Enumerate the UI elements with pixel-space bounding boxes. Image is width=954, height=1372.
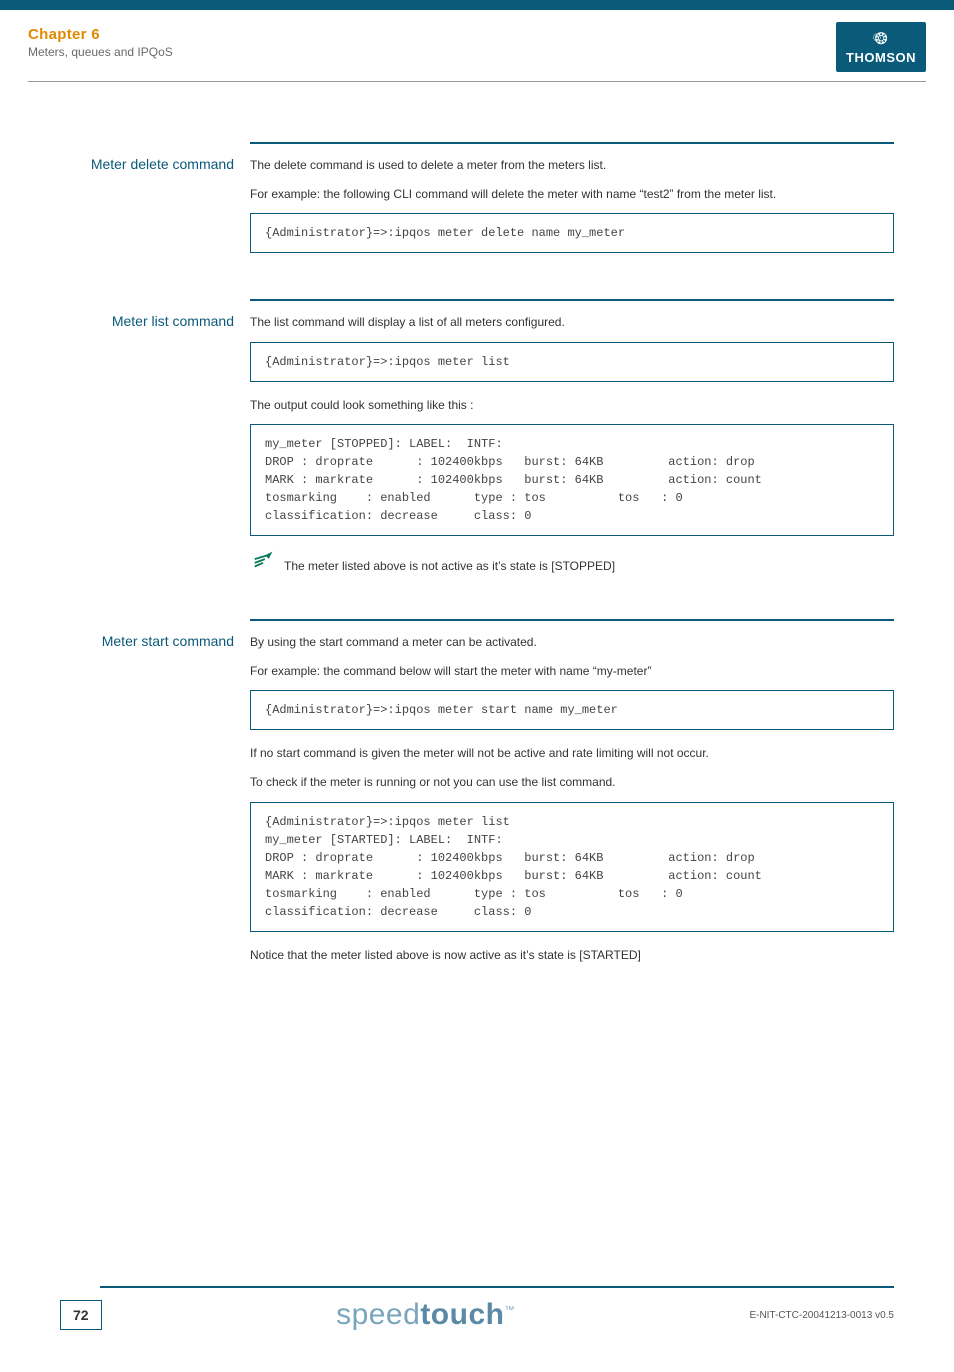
product-logo-part2: touch [420, 1298, 504, 1331]
page-footer: 72 speedtouch™ E-NIT-CTC-20041213-0013 v… [0, 1286, 954, 1372]
code-block: {Administrator}=>:ipqos meter start name… [250, 690, 894, 730]
section-divider [250, 619, 894, 621]
top-accent-bar [0, 0, 954, 10]
brand-logo: ◌ ❂ THOMSON [836, 22, 926, 72]
code-block: {Administrator}=>:ipqos meter list [250, 342, 894, 382]
section-label: Meter list command [60, 313, 250, 329]
page-number: 72 [60, 1300, 102, 1330]
section-label: Meter start command [60, 633, 250, 649]
globe-icon: ❂ [846, 32, 916, 48]
code-block: my_meter [STOPPED]: LABEL: INTF: DROP : … [250, 424, 894, 536]
note: The meter listed above is not active as … [250, 550, 894, 581]
chapter-subtitle: Meters, queues and IPQoS [28, 45, 926, 59]
brand-name: THOMSON [846, 50, 916, 65]
paragraph: The delete command is used to delete a m… [250, 156, 894, 175]
paragraph: The list command will display a list of … [250, 313, 894, 332]
section-divider [250, 299, 894, 301]
paragraph: For example: the command below will star… [250, 662, 894, 681]
section-meter-delete: Meter delete command The delete command … [60, 142, 894, 267]
note-icon [250, 550, 284, 581]
paragraph: To check if the meter is running or not … [250, 773, 894, 792]
section-meter-list: Meter list command The list command will… [60, 299, 894, 587]
product-logo: speedtouch™ [336, 1298, 515, 1332]
section-divider [250, 142, 894, 144]
document-id: E-NIT-CTC-20041213-0013 v0.5 [749, 1310, 894, 1321]
paragraph: Notice that the meter listed above is no… [250, 946, 894, 965]
section-label: Meter delete command [60, 156, 250, 172]
code-block: {Administrator}=>:ipqos meter list my_me… [250, 802, 894, 932]
note-text: The meter listed above is not active as … [284, 557, 615, 576]
trademark-symbol: ™ [504, 1305, 515, 1316]
section-meter-start: Meter start command By using the start c… [60, 619, 894, 974]
page-header: Chapter 6 Meters, queues and IPQoS ◌ ❂ T… [0, 10, 954, 67]
code-block: {Administrator}=>:ipqos meter delete nam… [250, 213, 894, 253]
paragraph: The output could look something like thi… [250, 396, 894, 415]
footer-divider [100, 1286, 894, 1288]
chapter-title: Chapter 6 [28, 26, 926, 43]
product-logo-part1: speed [336, 1298, 420, 1331]
paragraph: If no start command is given the meter w… [250, 744, 894, 763]
paragraph: By using the start command a meter can b… [250, 633, 894, 652]
paragraph: For example: the following CLI command w… [250, 185, 894, 204]
page-content: Meter delete command The delete command … [0, 82, 954, 1026]
